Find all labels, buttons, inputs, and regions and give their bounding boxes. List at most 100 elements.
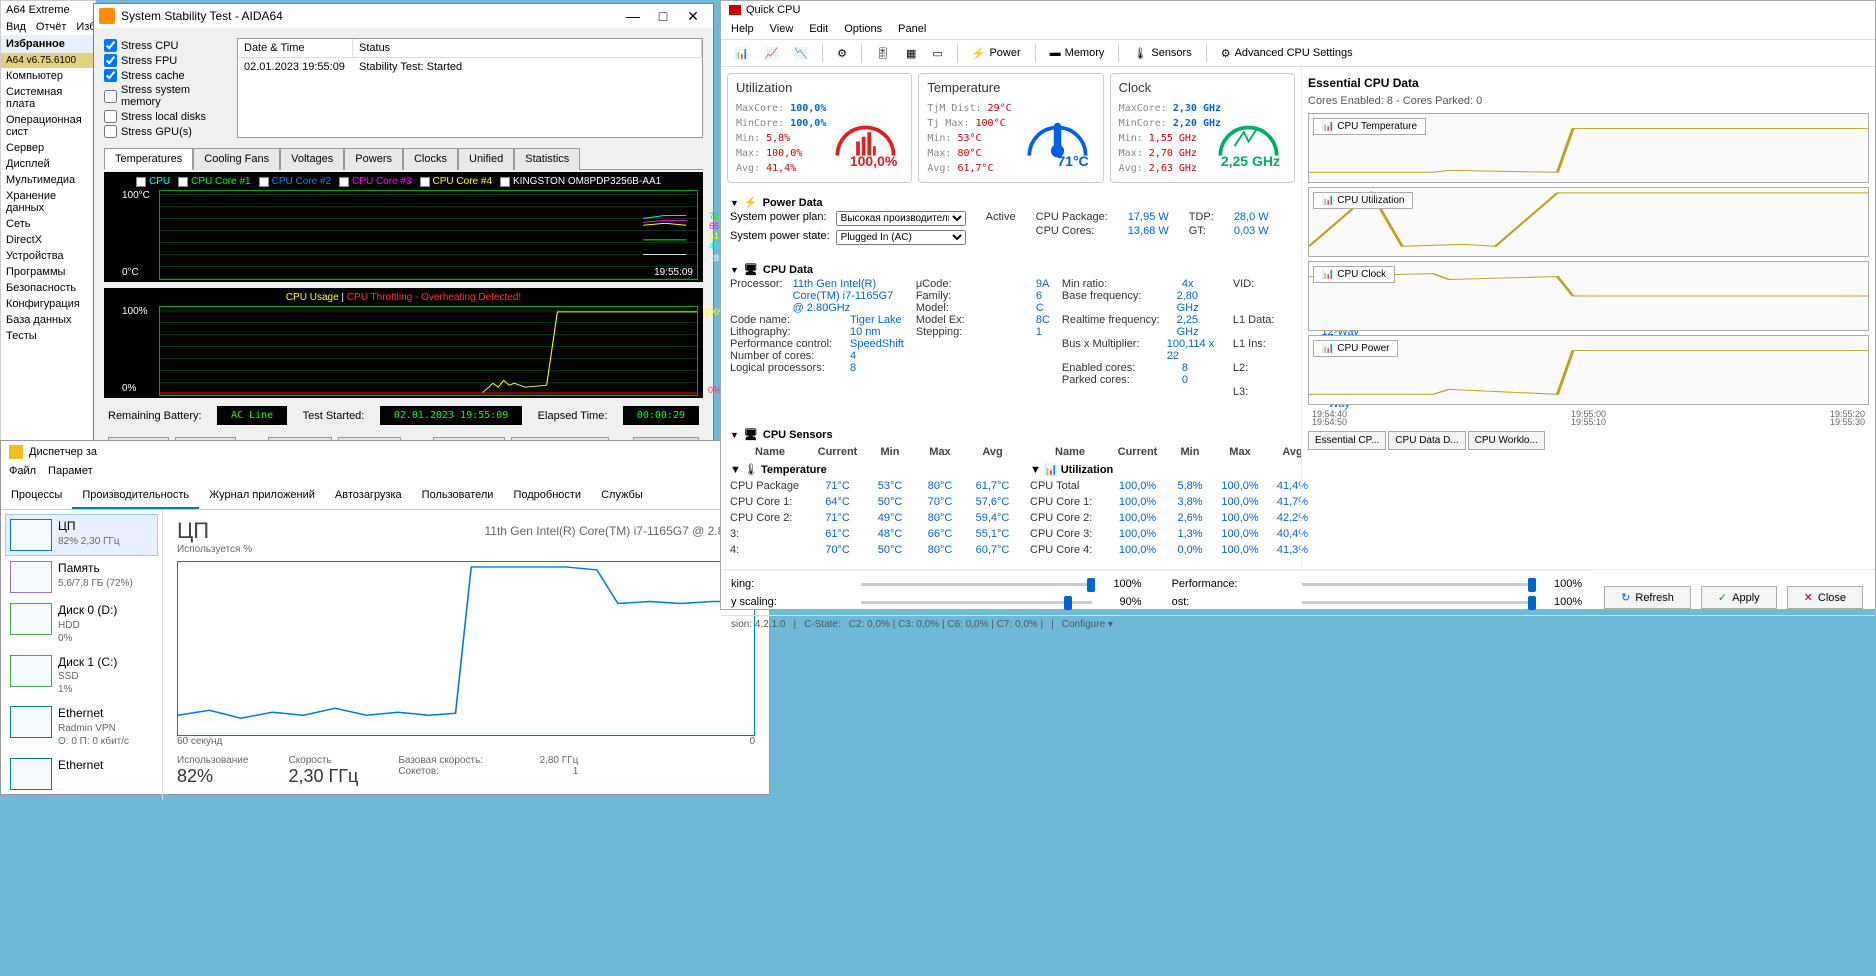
configure-link[interactable]: Configure ▾ xyxy=(1062,619,1113,630)
graph-icon[interactable]: 📉 xyxy=(788,45,814,62)
tm-tab[interactable]: Автозагрузка xyxy=(325,483,412,509)
legend-item[interactable]: ✓CPU xyxy=(136,176,170,187)
aida-tree-item[interactable]: Системная плата xyxy=(1,84,95,112)
log-row: 02.01.2023 19:55:09 Stability Test: Star… xyxy=(238,58,702,76)
close-button[interactable]: ✕ Close xyxy=(1787,586,1863,609)
stress-gpu-checkbox[interactable]: Stress GPU(s) xyxy=(104,124,229,139)
aida-tree-item[interactable]: Хранение данных xyxy=(1,188,95,216)
stress-memory-checkbox[interactable]: Stress system memory xyxy=(104,83,229,109)
tm-side-Память[interactable]: Память5,6/7,8 ГБ (72%) xyxy=(5,556,158,598)
aida-tree-item[interactable]: Программы xyxy=(1,264,95,280)
tm-sidebar: ЦП82% 2,30 ГГцПамять5,6/7,8 ГБ (72%)Диск… xyxy=(1,510,163,800)
settings-icon[interactable]: ⚙ xyxy=(831,45,853,62)
menu-edit[interactable]: Edit xyxy=(809,23,828,35)
tm-tab[interactable]: Процессы xyxy=(1,483,72,509)
tm-side-Диск 1 (C:)[interactable]: Диск 1 (C:)SSD1% xyxy=(5,650,158,702)
aida-tree-item[interactable]: Сеть xyxy=(1,216,95,232)
menu-params[interactable]: Парамет xyxy=(48,465,93,477)
aida-tree-item[interactable]: База данных xyxy=(1,312,95,328)
sensor-table-util: NameCurrentMinMaxAvg▼ 📊 UtilizationCPU T… xyxy=(1030,443,1320,558)
tab-temperatures[interactable]: Temperatures xyxy=(104,148,193,170)
mini-chart: 📊 CPU Utilization xyxy=(1308,187,1869,257)
close-button[interactable]: ✕ xyxy=(678,6,708,26)
stress-disk-checkbox[interactable]: Stress local disks xyxy=(104,109,229,124)
tm-tab[interactable]: Подробности xyxy=(503,483,591,509)
tab-clocks[interactable]: Clocks xyxy=(403,148,458,170)
aida-tree-item[interactable]: Мультимедиа xyxy=(1,172,95,188)
legend-item[interactable]: ✓KINGSTON OM8PDP3256B-AA1 xyxy=(500,176,661,187)
stress-cache-checkbox[interactable]: Stress cache xyxy=(104,68,229,83)
tm-tab[interactable]: Службы xyxy=(591,483,653,509)
tm-side-ЦП[interactable]: ЦП82% 2,30 ГГц xyxy=(5,514,158,556)
grid-icon[interactable]: ▦ xyxy=(900,45,922,62)
refresh-button[interactable]: ↻ Refresh xyxy=(1604,586,1691,609)
menu-file[interactable]: Файл xyxy=(9,465,36,477)
apply-button[interactable]: ✓ Apply xyxy=(1701,586,1777,609)
advanced-button[interactable]: ⚙ Advanced CPU Settings xyxy=(1215,45,1359,62)
bars-icon[interactable]: 📈 xyxy=(759,45,785,62)
stress-cpu-checkbox[interactable]: Stress CPU xyxy=(104,38,229,53)
tm-tab[interactable]: Пользователи xyxy=(412,483,504,509)
aida-tree-item[interactable]: Сервер xyxy=(1,140,95,156)
tab-cooling fans[interactable]: Cooling Fans xyxy=(193,148,280,170)
sensor-table-temp: NameCurrentMinMaxAvg▼ 🌡 TemperatureCPU P… xyxy=(730,443,1020,558)
tab-unified[interactable]: Unified xyxy=(458,148,514,170)
power-plan-select[interactable]: Высокая производительно... xyxy=(836,211,966,226)
qc-icon xyxy=(729,5,741,15)
aida-tree-item[interactable]: Компьютер xyxy=(1,68,95,84)
slider[interactable] xyxy=(1302,601,1533,604)
menu-help[interactable]: Help xyxy=(731,23,754,35)
menu-view[interactable]: View xyxy=(770,23,794,35)
aida-menu: Вид Отчёт Избр xyxy=(1,19,95,35)
legend-item[interactable]: ✓CPU Core #4 xyxy=(420,176,492,187)
minimize-button[interactable]: — xyxy=(618,6,648,26)
menu-report[interactable]: Отчёт xyxy=(36,21,66,33)
menu-panel[interactable]: Panel xyxy=(898,23,926,35)
essential-tab[interactable]: Essential CP... xyxy=(1308,431,1386,450)
tm-tab[interactable]: Производительность xyxy=(72,483,199,509)
aida-tree-item[interactable]: Дисплей xyxy=(1,156,95,172)
slider[interactable] xyxy=(861,601,1092,604)
tm-titlebar[interactable]: Диспетчер за xyxy=(1,441,769,463)
slider[interactable] xyxy=(1302,583,1533,586)
menu-options[interactable]: Options xyxy=(844,23,882,35)
sensors-button[interactable]: 🌡 Sensors xyxy=(1127,45,1197,62)
tm-side-Ethernet[interactable]: EthernetRadmin VPNО: 0 П: 0 кбит/с xyxy=(5,701,158,753)
aida-tree-item[interactable]: Тесты xyxy=(1,328,95,344)
aida-tree-item[interactable]: Операционная сист xyxy=(1,112,95,140)
slider[interactable] xyxy=(861,583,1092,586)
aida-version: A64 v6.75.6100 xyxy=(1,53,95,68)
tab-statistics[interactable]: Statistics xyxy=(514,148,580,170)
task-manager-window: ✕ Диспетчер за Файл Парамет ПроцессыПрои… xyxy=(0,440,770,795)
legend-item[interactable]: ✓CPU Core #2 xyxy=(259,176,331,187)
aida-tree-item[interactable]: DirectX xyxy=(1,232,95,248)
event-log: Date & Time Status 02.01.2023 19:55:09 S… xyxy=(237,38,703,138)
menu-view[interactable]: Вид xyxy=(6,21,26,33)
tab-powers[interactable]: Powers xyxy=(344,148,403,170)
aida64-panel: A64 Extreme Вид Отчёт Избр Избранное A64… xyxy=(0,0,96,450)
qc-titlebar[interactable]: Quick CPU xyxy=(721,1,1875,19)
power-state-select[interactable]: Plugged In (AC) xyxy=(836,230,966,245)
tab-voltages[interactable]: Voltages xyxy=(280,148,344,170)
qc-toolbar: 📊 📈 📉 ⚙ 🎚 ▦ ▭ ⚡ Power ▬ Memory 🌡 Sensors… xyxy=(721,40,1875,67)
tm-side-Ethernet[interactable]: Ethernet xyxy=(5,753,158,795)
legend-item[interactable]: ✓CPU Core #3 xyxy=(339,176,411,187)
legend-item[interactable]: ✓CPU Core #1 xyxy=(178,176,250,187)
memory-button[interactable]: ▬ Memory xyxy=(1044,45,1111,61)
chart-icon[interactable]: 📊 xyxy=(729,45,755,62)
power-data-section: ▼ ⚡ Power Data System power plan: Высока… xyxy=(727,189,1295,250)
aida-tree-item[interactable]: Безопасность xyxy=(1,280,95,296)
aida-tree-item[interactable]: Устройства xyxy=(1,248,95,264)
tm-tab[interactable]: Журнал приложений xyxy=(199,483,325,509)
maximize-button[interactable]: □ xyxy=(648,6,678,26)
tune-icon[interactable]: 🎚 xyxy=(870,45,896,62)
stress-fpu-checkbox[interactable]: Stress FPU xyxy=(104,53,229,68)
tm-side-Диск 0 (D:)[interactable]: Диск 0 (D:)HDD0% xyxy=(5,598,158,650)
card-icon[interactable]: ▭ xyxy=(926,45,948,62)
aida-tree-item[interactable]: Конфигурация xyxy=(1,296,95,312)
cpu-model: 11th Gen Intel(R) Core(TM) i7-1165G7 @ 2… xyxy=(177,524,755,538)
window-titlebar[interactable]: System Stability Test - AIDA64 — □ ✕ xyxy=(94,4,713,28)
essential-tab[interactable]: CPU Worklo... xyxy=(1468,431,1545,450)
power-button[interactable]: ⚡ Power xyxy=(966,45,1027,62)
essential-tab[interactable]: CPU Data D... xyxy=(1388,431,1465,450)
